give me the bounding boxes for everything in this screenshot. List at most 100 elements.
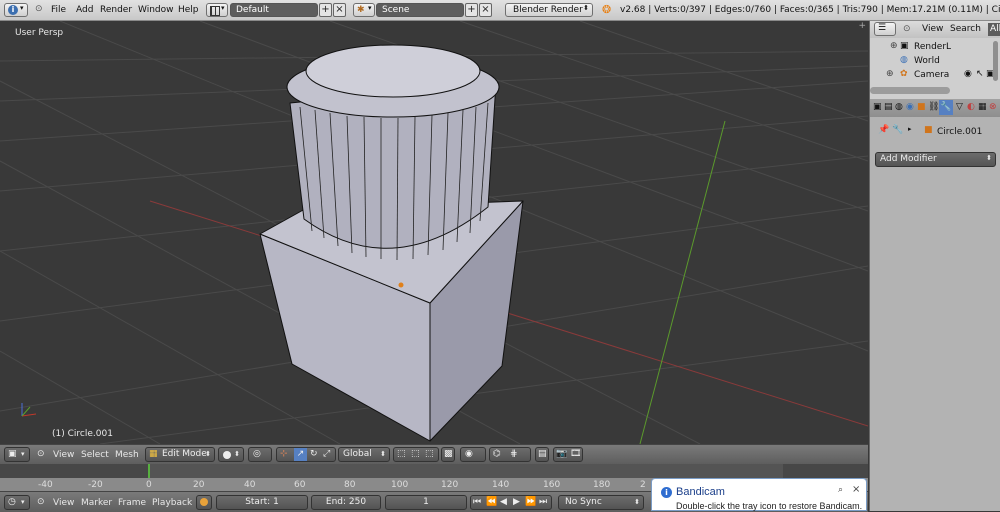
editor-type-button[interactable]: ☰: [874, 22, 896, 36]
menu-render[interactable]: Render: [100, 5, 132, 16]
info-icon: i: [661, 487, 672, 498]
prev-keyframe-icon: ⏪: [486, 497, 498, 507]
scene-tab-icon[interactable]: ◍: [895, 102, 903, 112]
menu-file[interactable]: File: [51, 5, 66, 16]
collapse-menus-icon[interactable]: ⊙: [37, 497, 45, 508]
world-tab-icon[interactable]: ◉: [906, 102, 914, 112]
material-tab-icon[interactable]: ◐: [967, 102, 975, 112]
constraints-tab-icon[interactable]: ⛓: [928, 102, 939, 112]
chevron-down-icon: ▾: [368, 4, 372, 12]
3d-viewport[interactable]: User Persp (1) Circle.001 +: [0, 21, 868, 444]
render-buttons[interactable]: 📷 🎞: [553, 447, 583, 462]
current-frame-field[interactable]: 1: [385, 495, 467, 510]
outliner-scrollbar-vertical[interactable]: [993, 41, 998, 81]
menu-add[interactable]: Add: [76, 5, 93, 16]
render-layers-tab-icon[interactable]: ▤: [884, 102, 893, 112]
render-still-icon: 📷: [556, 449, 568, 459]
current-frame-marker[interactable]: [148, 464, 150, 478]
playback-controls[interactable]: ⏮ ⏪ ◀ ▶ ⏩ ⏭: [470, 495, 552, 510]
properties-panel: ▣ ▤ ◍ ◉ ■ ⛓ 🔧 ▽ ◐ ▦ ⊗ 📌 🔧 ▸ ■ Circle.001…: [869, 99, 1000, 511]
chevron-down-icon: ▾: [21, 450, 25, 458]
active-object-label: (1) Circle.001: [52, 429, 113, 439]
screen-layout-field[interactable]: Default: [230, 3, 318, 17]
pin-icon[interactable]: ⌕: [838, 485, 843, 495]
outliner-menu-search[interactable]: Search: [950, 24, 981, 35]
menu-window[interactable]: Window: [138, 5, 174, 16]
modifiers-tab-icon[interactable]: 🔧: [939, 100, 953, 115]
render-layers-icon: ▣: [900, 41, 909, 51]
notification-message: Double-click the tray icon to restore Ba…: [676, 501, 863, 511]
outliner-item-label: RenderL: [914, 42, 952, 52]
bandicam-notification[interactable]: i Bandicam Double-click the tray icon to…: [651, 478, 867, 511]
outliner-item-camera[interactable]: ⊕ ✿ Camera ◉ ↖ ▣: [886, 69, 995, 82]
snap-controls[interactable]: ⌬ ⋕: [489, 447, 531, 462]
render-engine-dropdown[interactable]: Blender Render ⬍: [505, 3, 593, 17]
object-tab-icon[interactable]: ■: [917, 102, 926, 112]
selectable-cursor-icon[interactable]: ↖: [976, 69, 984, 79]
menu-view[interactable]: View: [53, 450, 74, 461]
jump-end-icon: ⏭: [539, 497, 548, 507]
add-layout-icon[interactable]: +: [319, 3, 332, 17]
close-layout-icon[interactable]: ×: [333, 3, 346, 17]
collapse-menus-icon[interactable]: ⊙: [903, 24, 911, 34]
layer-buttons[interactable]: ⬚ ⬚ ⬚: [393, 447, 439, 462]
data-tab-icon[interactable]: ▽: [956, 102, 963, 112]
menu-marker[interactable]: Marker: [81, 498, 112, 509]
pin-icon[interactable]: 📌: [878, 125, 889, 135]
object-cube-icon: ■: [924, 125, 933, 135]
outliner-item-world[interactable]: ◍ World: [890, 55, 990, 68]
collapse-menus-icon[interactable]: ⊙: [35, 4, 43, 14]
vertex-select-icon: ⬚: [397, 449, 406, 459]
menu-playback[interactable]: Playback: [152, 498, 192, 509]
pivot-dropdown[interactable]: ◎: [248, 447, 272, 462]
physics-tab-icon[interactable]: ⊗: [989, 102, 997, 112]
record-button[interactable]: [196, 495, 212, 510]
tick-label: 140: [492, 480, 510, 490]
menu-frame[interactable]: Frame: [118, 498, 146, 509]
collapse-menus-icon[interactable]: ⊙: [37, 449, 45, 460]
close-icon[interactable]: ×: [852, 484, 860, 495]
outliner-filter-dropdown[interactable]: All: [988, 23, 1000, 36]
add-modifier-dropdown[interactable]: Add Modifier ⬍: [875, 152, 996, 167]
editor-type-button[interactable]: ▣ ▾: [4, 447, 30, 462]
chevron-updown-icon: ⬍: [234, 450, 240, 458]
menu-help[interactable]: Help: [178, 5, 199, 16]
editor-type-button[interactable]: i ▾: [4, 3, 28, 17]
outliner-panel: ☰ ⊙ View Search All ⊕ ▣ RenderL ◍ World …: [869, 21, 1000, 99]
menu-mesh[interactable]: Mesh: [115, 450, 139, 461]
shading-dropdown[interactable]: ⬍: [218, 447, 244, 462]
preview-range-left: [0, 464, 148, 478]
tick-label: 100: [391, 480, 409, 490]
outliner-menu-view[interactable]: View: [922, 24, 943, 35]
end-frame-field[interactable]: End: 250: [311, 495, 381, 510]
outliner-item-renderlayers[interactable]: ⊕ ▣ RenderL: [890, 41, 990, 54]
menu-view[interactable]: View: [53, 498, 74, 509]
viewport-corner-icon[interactable]: +: [858, 21, 866, 31]
scale-icon: ⤢: [323, 449, 331, 459]
world-icon: ◍: [900, 55, 908, 65]
scene-browse-button[interactable]: ✱ ▾: [353, 3, 375, 17]
screen-layout-browse-button[interactable]: ▾: [206, 3, 228, 17]
visibility-eye-icon[interactable]: ◉: [964, 69, 972, 79]
transform-orientation-dropdown[interactable]: Global ⬍: [338, 447, 390, 462]
manipulator-toggles[interactable]: ⊹ ↗ ↻ ⤢: [276, 447, 336, 462]
chevron-down-icon: ▾: [21, 498, 25, 506]
texture-tab-icon[interactable]: ▦: [978, 102, 987, 112]
edit-mode-icon: ▦: [149, 449, 158, 459]
layers-toggle[interactable]: ▤: [535, 447, 549, 462]
scene-field[interactable]: Scene: [376, 3, 464, 17]
start-frame-field[interactable]: Start: 1: [216, 495, 308, 510]
editor-type-button[interactable]: ◷ ▾: [4, 495, 30, 510]
proportional-edit-dropdown[interactable]: ◉: [460, 447, 486, 462]
render-tab-icon[interactable]: ▣: [873, 102, 882, 112]
outliner-scrollbar-horizontal[interactable]: [870, 87, 950, 94]
expand-icon: ⊕: [890, 41, 898, 51]
play-reverse-icon: ◀: [500, 497, 507, 507]
mode-dropdown[interactable]: ▦ Edit Mode ⬍: [145, 447, 215, 462]
close-scene-icon[interactable]: ×: [479, 3, 492, 17]
occlude-geometry-button[interactable]: ▩: [441, 447, 455, 462]
notification-title: Bandicam: [676, 486, 725, 498]
sync-mode-dropdown[interactable]: No Sync ⬍: [558, 495, 644, 510]
menu-select[interactable]: Select: [81, 450, 109, 461]
add-scene-icon[interactable]: +: [465, 3, 478, 17]
